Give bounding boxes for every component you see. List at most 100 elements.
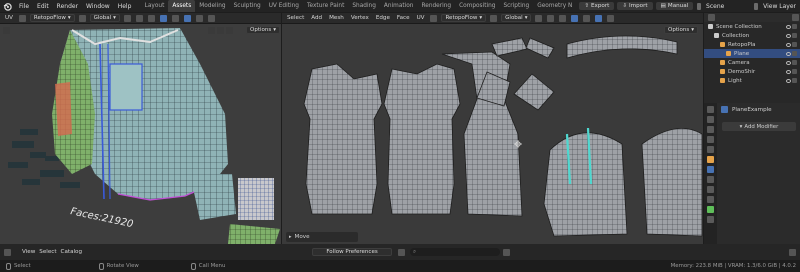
physics-tab-icon[interactable] <box>707 186 714 193</box>
view-layer-selector[interactable]: View Layer <box>759 3 800 10</box>
snap-icon[interactable] <box>123 14 131 22</box>
axis-y-icon[interactable] <box>217 27 224 34</box>
proportional-icon[interactable] <box>547 14 555 22</box>
render-camera-icon[interactable] <box>792 51 797 56</box>
scene-selector[interactable]: Scene <box>702 3 728 10</box>
xray-icon[interactable] <box>171 14 179 22</box>
proportional-icon[interactable] <box>135 14 143 22</box>
render-camera-icon[interactable] <box>792 78 797 83</box>
render-camera-icon[interactable] <box>792 33 797 38</box>
uv-menu-vertex[interactable]: Vertex <box>349 15 371 21</box>
uv-canvas[interactable] <box>282 24 703 244</box>
render-camera-icon[interactable] <box>792 69 797 74</box>
material-shading-icon[interactable] <box>607 14 615 22</box>
snap-icon[interactable] <box>535 14 543 22</box>
constraints-tab-icon[interactable] <box>707 196 714 203</box>
world-tab-icon[interactable] <box>707 146 714 153</box>
uv-mode-dropdown[interactable]: RetopoFlow ▾ <box>441 14 487 22</box>
manual-button[interactable]: ▤ Manual <box>655 2 694 10</box>
tab-uv-editing[interactable]: UV Editing <box>265 0 303 12</box>
menu-file[interactable]: File <box>15 3 33 10</box>
uv-menu-face[interactable]: Face <box>395 15 412 21</box>
data-tab-icon[interactable] <box>707 206 714 213</box>
visibility-eye-icon[interactable] <box>786 42 791 47</box>
visibility-eye-icon[interactable] <box>786 33 791 38</box>
outliner-row[interactable]: Plane <box>704 49 800 58</box>
tab-modeling[interactable]: Modeling <box>195 0 229 12</box>
asset-search-input[interactable]: ⌕ <box>410 248 501 256</box>
visibility-eye-icon[interactable] <box>786 78 791 83</box>
axis-z-icon[interactable] <box>645 27 652 34</box>
viewport-canvas[interactable]: Faces:21920 <box>0 24 281 244</box>
tab-scripting[interactable]: Scripting <box>499 0 533 12</box>
toggle-toolbar-icon[interactable] <box>285 27 292 34</box>
uv-menu-edge[interactable]: Edge <box>374 15 392 21</box>
viewport-options-dropdown[interactable]: Options ▾ <box>246 26 280 34</box>
asset-browser-icon[interactable] <box>4 248 11 256</box>
render-camera-icon[interactable] <box>792 24 797 29</box>
add-modifier-button[interactable]: ▾ Add Modifier <box>722 122 796 131</box>
overlay-icon[interactable] <box>159 14 167 22</box>
scene-tab-icon[interactable] <box>707 136 714 143</box>
overlay-icon[interactable] <box>571 14 579 22</box>
axis-z-icon[interactable] <box>226 27 233 34</box>
object-name[interactable]: PlaneExample <box>732 107 772 113</box>
rendered-shading-icon[interactable] <box>207 14 215 22</box>
menu-view[interactable]: View <box>20 249 37 255</box>
uv-menu-select[interactable]: Select <box>285 15 306 21</box>
visibility-icon[interactable] <box>147 14 155 22</box>
outliner-row[interactable]: Scene Collection <box>704 22 800 31</box>
axis-x-icon[interactable] <box>208 27 215 34</box>
uv-menu-mesh[interactable]: Mesh <box>327 15 346 21</box>
menu-catalog[interactable]: Catalog <box>59 249 84 255</box>
viewport-transform-dropdown[interactable]: Global ▾ <box>89 14 120 22</box>
viewport-mode-dropdown[interactable]: RetopoFlow ▾ <box>29 14 75 22</box>
axis-x-icon[interactable] <box>627 27 634 34</box>
outliner-row[interactable]: Light <box>704 76 800 85</box>
settings-icon[interactable] <box>789 248 796 256</box>
import-button[interactable]: ⇩ Import <box>617 2 653 10</box>
solid-shading-icon[interactable] <box>183 14 191 22</box>
editor-type-icon[interactable] <box>430 14 438 22</box>
render-camera-icon[interactable] <box>792 42 797 47</box>
export-button[interactable]: ⇧ Export <box>579 2 615 10</box>
filter-icon[interactable] <box>503 248 511 256</box>
tab-texture-paint[interactable]: Texture Paint <box>303 0 348 12</box>
pivot-icon[interactable] <box>78 14 86 22</box>
tab-sculpting[interactable]: Sculpting <box>230 0 265 12</box>
solid-shading-icon[interactable] <box>595 14 603 22</box>
uv-transform-dropdown[interactable]: Global ▾ <box>501 14 532 22</box>
tab-rendering[interactable]: Rendering <box>417 0 455 12</box>
visibility-eye-icon[interactable] <box>786 24 791 29</box>
tab-assets[interactable]: Assets <box>168 0 196 12</box>
import-method-icon[interactable] <box>398 248 406 256</box>
menu-window[interactable]: Window <box>82 3 114 10</box>
render-tab-icon[interactable] <box>707 116 714 123</box>
uv-menu-add[interactable]: Add <box>309 15 324 21</box>
tab-animation[interactable]: Animation <box>380 0 418 12</box>
render-camera-icon[interactable] <box>792 60 797 65</box>
3d-viewport[interactable]: Faces:21920 Options ▾ <box>0 24 281 244</box>
outliner-row[interactable]: Collection <box>704 31 800 40</box>
material-tab-icon[interactable] <box>707 216 714 223</box>
menu-render[interactable]: Render <box>53 3 82 10</box>
follow-preferences-dropdown[interactable]: Follow Preferences <box>312 248 393 256</box>
menu-select[interactable]: Select <box>37 249 58 255</box>
particles-tab-icon[interactable] <box>707 176 714 183</box>
editor-type-icon[interactable] <box>18 14 26 22</box>
tab-geometry-nodes[interactable]: Geometry N <box>533 0 576 12</box>
uv-menu-uv[interactable]: UV <box>415 15 427 21</box>
operator-panel-move[interactable]: ▸ Move <box>286 232 358 242</box>
xray-icon[interactable] <box>583 14 591 22</box>
visibility-eye-icon[interactable] <box>786 69 791 74</box>
tab-compositing[interactable]: Compositing <box>455 0 499 12</box>
outliner-editor-icon[interactable] <box>708 14 715 21</box>
menu-help[interactable]: Help <box>114 3 136 10</box>
modifier-tab-icon[interactable] <box>707 166 714 173</box>
outliner-row[interactable]: RetopoPla <box>704 40 800 49</box>
tool-tab-icon[interactable] <box>707 106 714 113</box>
outliner-row[interactable]: Camera <box>704 58 800 67</box>
blender-logo-icon[interactable] <box>3 1 12 11</box>
axis-y-icon[interactable] <box>636 27 643 34</box>
uv-options-dropdown[interactable]: Options ▾ <box>664 26 698 34</box>
